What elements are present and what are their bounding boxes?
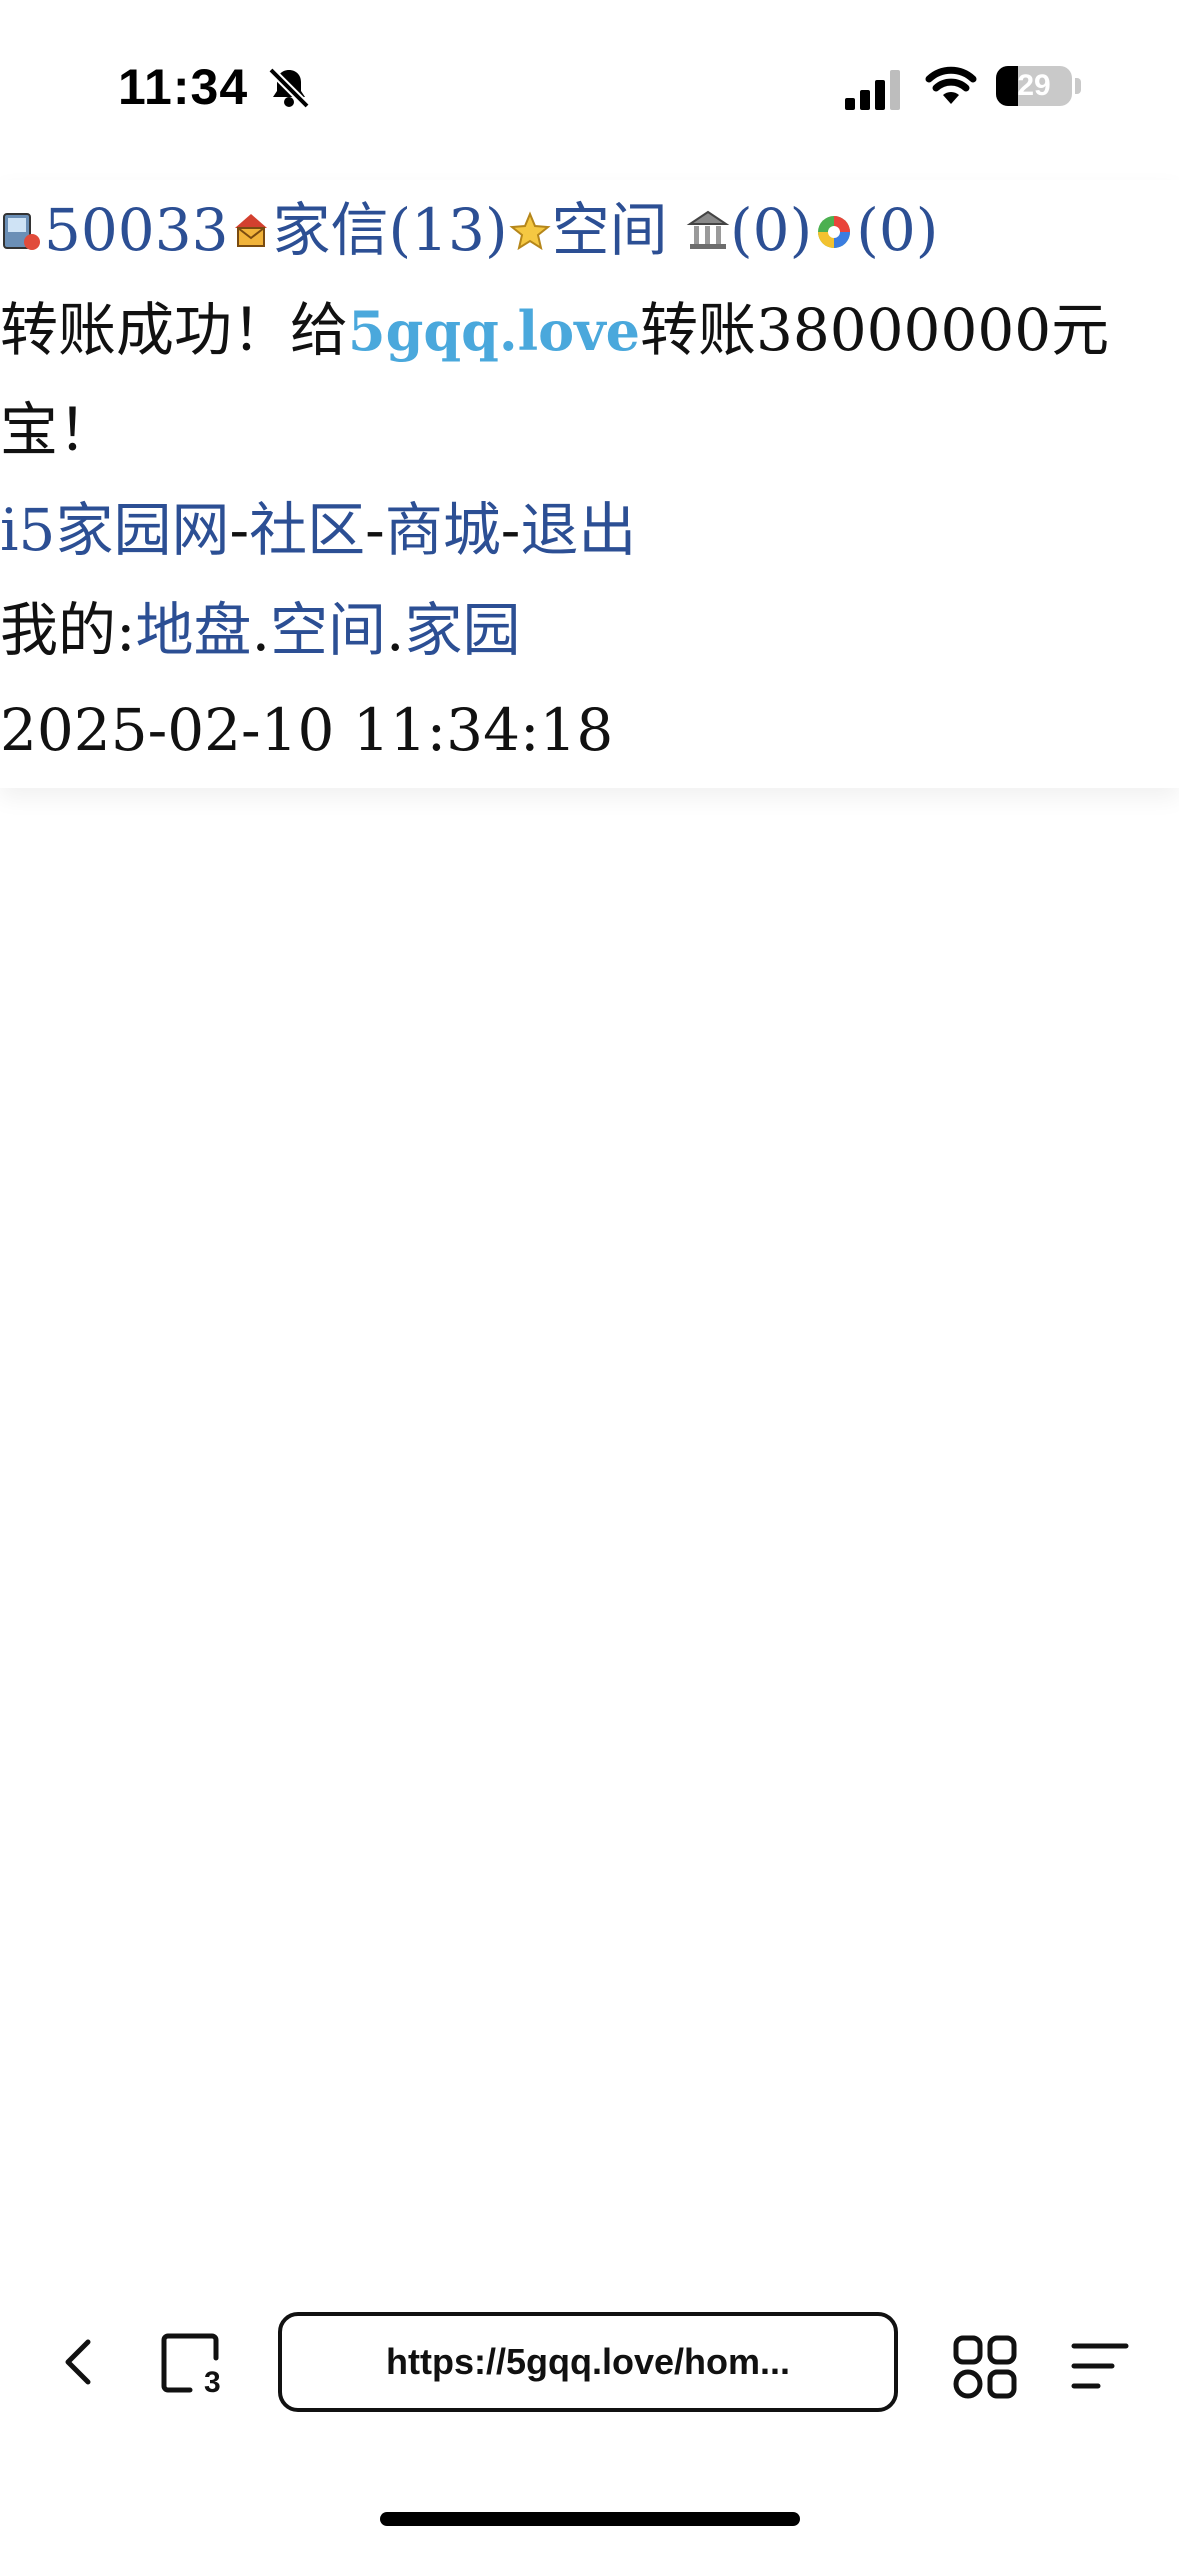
dot-separator: . (251, 596, 270, 664)
nav-separator: - (365, 496, 385, 564)
bank-icon (686, 210, 730, 249)
battery-cap (1075, 78, 1081, 94)
tabs-icon[interactable]: 3 (158, 2328, 228, 2398)
transfer-message-line1: 转账成功！给5gqq.love转账38000000元 (0, 280, 1109, 381)
site-nav: i5家园网-社区-商城-退出 (0, 480, 636, 580)
home-indicator[interactable] (380, 2512, 800, 2526)
user-info-bar: 50033 家信(13) 空间 (0) (0) (0, 180, 938, 280)
lottery-wheel-icon (818, 216, 851, 248)
back-chevron-icon[interactable] (54, 2332, 104, 2392)
nav-logout-link[interactable]: 退出 (520, 496, 636, 564)
mail-label: 家信 (272, 196, 389, 264)
mail-count: (13) (388, 196, 508, 264)
wifi-icon (925, 66, 977, 104)
nav-separator: - (500, 496, 521, 564)
nav-community-link[interactable]: 社区 (249, 496, 365, 564)
mail-link[interactable]: 家信(13) (273, 196, 508, 264)
url-bar[interactable]: https://5gqq.love/hom... (278, 2312, 898, 2412)
transfer-message-line2: 宝！ (0, 396, 117, 464)
space-link[interactable]: 空间 (552, 196, 668, 264)
star-icon (508, 211, 551, 251)
tabs-count: 3 (204, 2366, 221, 2398)
status-bar: 11:34 29 (0, 0, 1179, 170)
url-text: https://5gqq.love/hom... (386, 2341, 790, 2382)
bell-slash-icon (268, 67, 310, 109)
battery-indicator: 29 (996, 66, 1072, 106)
nav-mall-link[interactable]: 商城 (385, 496, 501, 564)
phone-user-icon (3, 213, 40, 250)
browser-toolbar: 3 https://5gqq.love/hom... (0, 2290, 1179, 2450)
menu-icon[interactable] (1068, 2334, 1132, 2398)
recipient-name: 5gqq.love (348, 299, 640, 363)
bank-link[interactable]: (0) (730, 196, 812, 264)
my-land-link[interactable]: 地盘 (136, 596, 252, 664)
mail-house-icon (234, 214, 267, 247)
user-id-link[interactable]: 50033 (44, 196, 229, 264)
signal-icon (845, 70, 900, 110)
transfer-amount: 转账38000000元 (639, 296, 1110, 364)
status-time: 11:34 (118, 59, 249, 115)
lottery-link[interactable]: (0) (856, 196, 938, 264)
my-links: 我的:地盘.空间.家园 (0, 580, 520, 680)
my-home-link[interactable]: 家园 (404, 596, 520, 664)
nav-home-link[interactable]: i5家园网 (0, 496, 229, 564)
battery-level: 29 (1017, 69, 1051, 102)
apps-grid-icon[interactable] (950, 2332, 1020, 2402)
nav-separator: - (229, 496, 250, 564)
my-space-link[interactable]: 空间 (270, 596, 386, 664)
dot-separator: . (386, 596, 405, 664)
page-content: 50033 家信(13) 空间 (0) (0) 转账成功！给5gqq.love转… (0, 180, 1179, 788)
page-timestamp: 2025-02-10 11:34:18 (0, 696, 614, 764)
transfer-prefix: 转账成功！给 (0, 296, 349, 364)
my-label: 我的: (0, 596, 136, 664)
